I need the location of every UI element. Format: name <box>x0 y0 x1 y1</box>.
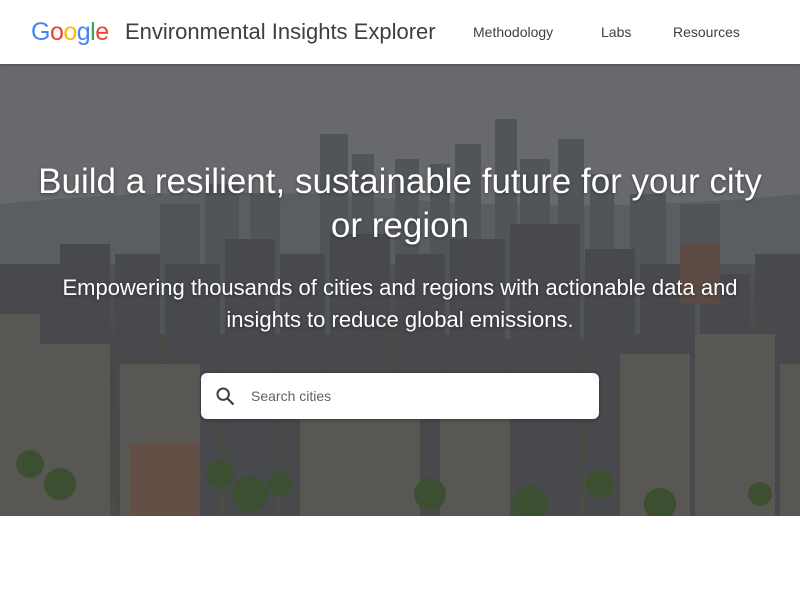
search-input[interactable] <box>251 381 581 411</box>
hero-subheading: Empowering thousands of cities and regio… <box>62 275 738 332</box>
hero-banner: Build a resilient, sustainable future fo… <box>0 64 800 516</box>
nav-link-labs[interactable]: Labs <box>601 22 631 42</box>
logo-letter: G <box>31 18 50 46</box>
city-search-box[interactable] <box>201 373 599 419</box>
top-app-bar: Google Environmental Insights Explorer M… <box>0 0 800 64</box>
nav-link-methodology[interactable]: Methodology <box>473 22 553 42</box>
nav-link-resources[interactable]: Resources <box>673 22 740 42</box>
logo-letter: g <box>76 18 91 46</box>
product-title[interactable]: Environmental Insights Explorer <box>125 16 436 48</box>
logo-letter: o <box>63 18 77 46</box>
hero-heading: Build a resilient, sustainable future fo… <box>38 162 762 245</box>
page-content-area <box>0 516 800 600</box>
logo-letter: o <box>49 18 64 46</box>
search-icon[interactable] <box>214 385 236 407</box>
logo-letter: e <box>95 18 109 46</box>
google-logo[interactable]: Google <box>31 16 109 48</box>
